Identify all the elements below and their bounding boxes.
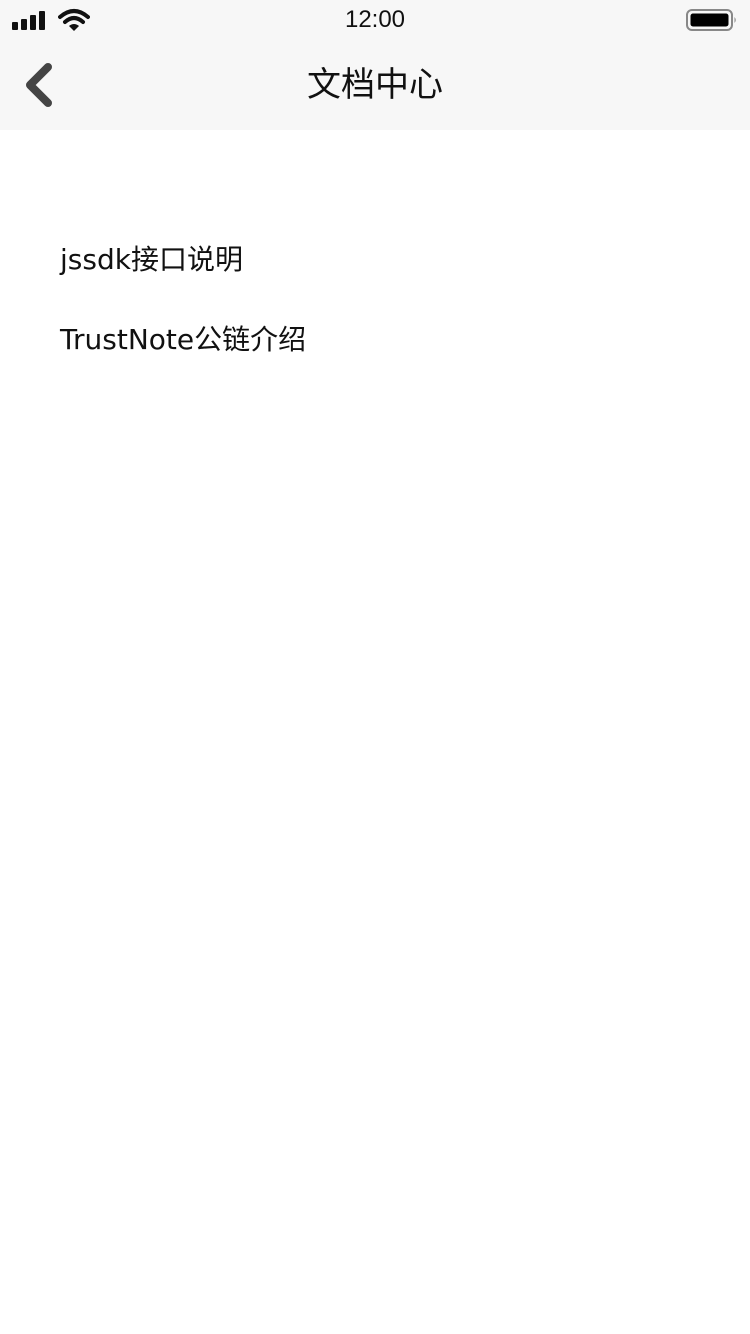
document-list: jssdk接口说明 TrustNote公链介绍 — [0, 220, 750, 380]
page-title: 文档中心 — [307, 65, 443, 105]
document-item-jssdk[interactable]: jssdk接口说明 — [0, 220, 750, 300]
status-bar: 12:00 — [0, 0, 750, 40]
document-item-trustnote[interactable]: TrustNote公链介绍 — [0, 300, 750, 380]
status-time: 12:00 — [344, 6, 406, 33]
navigation-bar: 文档中心 — [0, 40, 750, 130]
battery-icon — [686, 8, 738, 32]
chevron-left-icon — [26, 63, 52, 107]
back-button[interactable] — [14, 58, 68, 112]
